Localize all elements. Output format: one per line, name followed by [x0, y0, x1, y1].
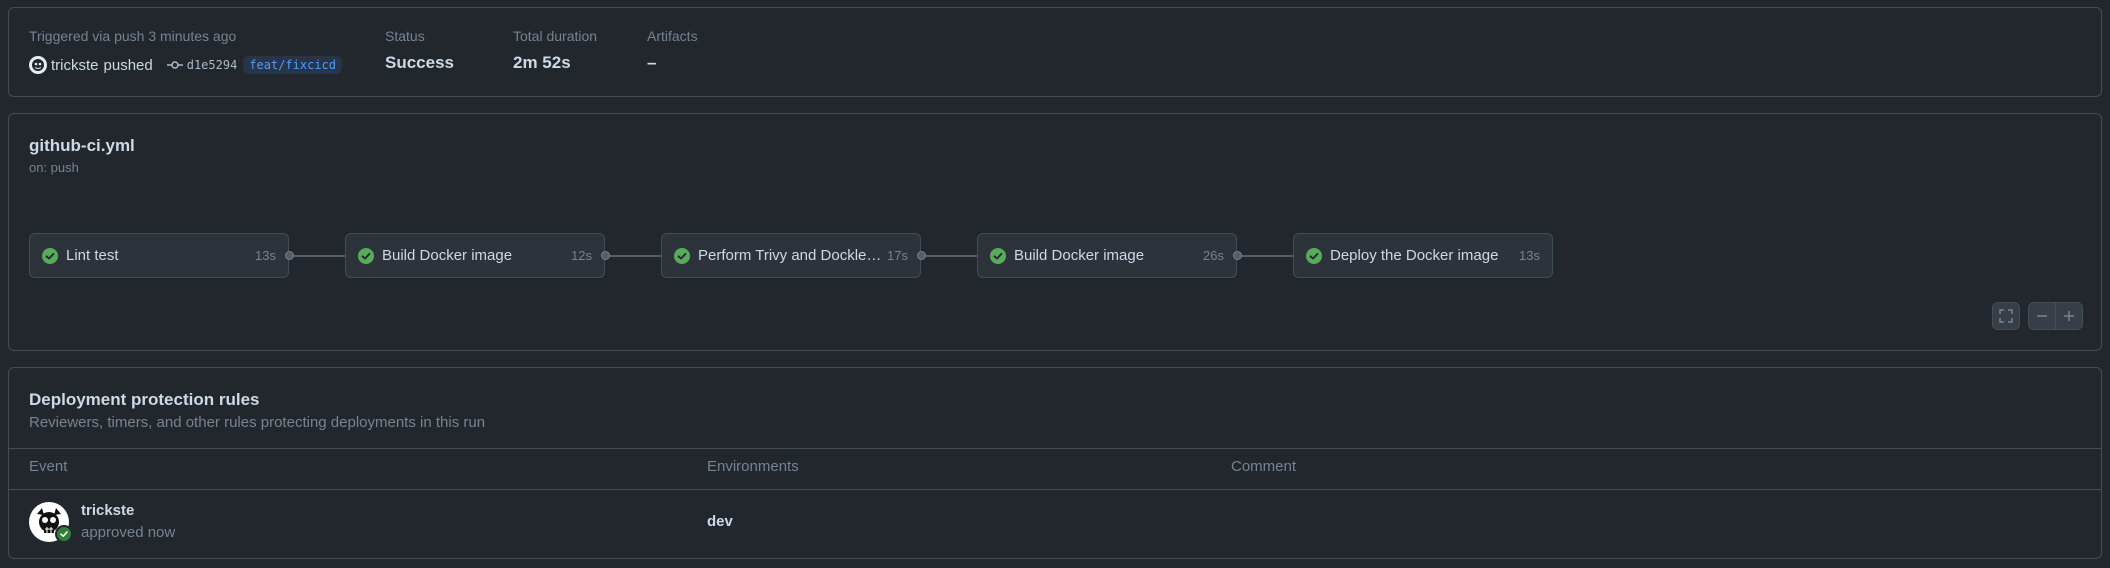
job-card[interactable]: Deploy the Docker image 13s: [1293, 233, 1553, 278]
plus-icon: [2064, 311, 2074, 321]
trigger-info: Triggered via push 3 minutes ago trickst…: [29, 28, 343, 76]
artifacts-value: –: [647, 53, 657, 72]
section-subtitle: Reviewers, timers, and other rules prote…: [29, 414, 486, 431]
job-card[interactable]: Perform Trivy and Dockle t... 17s: [661, 233, 921, 278]
minus-icon: [2037, 315, 2047, 317]
job-card[interactable]: Build Docker image 12s: [345, 233, 605, 278]
environment-name[interactable]: dev: [707, 513, 733, 530]
status-label: Status: [385, 28, 425, 44]
reviewer-name[interactable]: trickste: [81, 502, 134, 519]
job-card[interactable]: Lint test 13s: [29, 233, 289, 278]
check-circle-icon: [42, 247, 58, 264]
job-name: Build Docker image: [1014, 247, 1145, 264]
review-status: approved now: [81, 524, 176, 541]
job-connector: [290, 255, 350, 257]
check-circle-icon: [990, 247, 1006, 264]
job-name: Build Docker image: [382, 247, 513, 264]
job-duration: 13s: [1519, 248, 1540, 263]
git-commit-icon: [166, 60, 183, 70]
run-summary: Triggered via push 3 minutes ago trickst…: [8, 7, 2102, 97]
job-name: Lint test: [66, 247, 119, 264]
fullscreen-icon: [1999, 309, 2013, 323]
job-duration: 13s: [255, 248, 276, 263]
commit-sha-link[interactable]: d1e5294: [187, 58, 238, 72]
job-output-node: [917, 251, 926, 260]
job-name: Deploy the Docker image: [1330, 247, 1499, 264]
duration-field: Total duration 2m 52s: [513, 28, 597, 73]
deployment-protection-rules: Deployment protection rules Reviewers, t…: [8, 367, 2102, 559]
job-connector: [922, 255, 982, 257]
duration-label: Total duration: [513, 28, 598, 44]
duration-value: 2m 52s: [513, 53, 571, 72]
job-connector: [1238, 255, 1298, 257]
artifacts-label: Artifacts: [647, 28, 698, 44]
divider: [9, 448, 2101, 449]
job-output-node: [285, 251, 294, 260]
check-circle-icon: [1306, 247, 1322, 264]
section-title: Deployment protection rules: [29, 390, 260, 409]
action-text: pushed: [103, 56, 153, 74]
column-header-event: Event: [29, 458, 68, 475]
job-duration: 12s: [571, 248, 592, 263]
zoom-out-button[interactable]: [2028, 302, 2056, 330]
check-circle-icon: [358, 247, 374, 264]
job-duration: 26s: [1203, 248, 1224, 263]
column-header-comment: Comment: [1231, 458, 1297, 475]
column-header-environments: Environments: [707, 458, 799, 475]
branch-label[interactable]: feat/fixcicd: [243, 56, 343, 74]
job-duration: 17s: [887, 248, 908, 263]
artifacts-field: Artifacts –: [647, 28, 698, 73]
divider: [9, 489, 2101, 490]
approved-check-icon: [55, 525, 73, 543]
job-card[interactable]: Build Docker image 26s: [977, 233, 1237, 278]
job-name: Perform Trivy and Dockle t...: [698, 247, 884, 264]
workflow-trigger: on: push: [29, 160, 79, 175]
job-output-node: [1233, 251, 1242, 260]
workflow-file-name: github-ci.yml: [29, 136, 135, 155]
check-circle-icon: [674, 247, 690, 264]
status-value: Success: [385, 53, 454, 72]
actor-avatar[interactable]: [29, 56, 47, 74]
zoom-in-button[interactable]: [2055, 302, 2083, 330]
octocat-icon: [32, 59, 44, 71]
status-field: Status Success: [385, 28, 454, 73]
workflow-graph: github-ci.yml on: push Lint test 13s Bui…: [8, 113, 2102, 351]
job-output-node: [601, 251, 610, 260]
job-connector: [606, 255, 666, 257]
actor-name[interactable]: trickste: [51, 57, 99, 74]
trigger-text: Triggered via push 3 minutes ago: [29, 28, 237, 44]
fullscreen-button[interactable]: [1992, 302, 2020, 330]
